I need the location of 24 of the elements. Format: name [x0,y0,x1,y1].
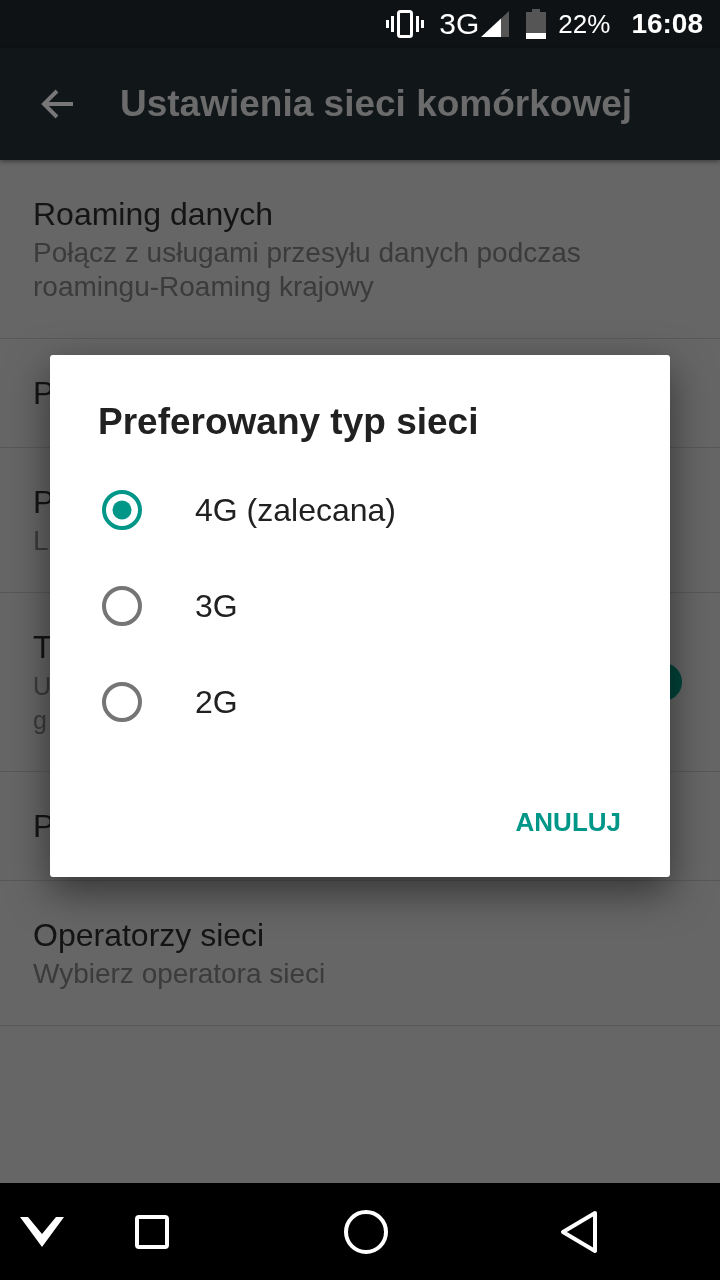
setting-title[interactable]: Operatorzy sieci [33,915,265,955]
network-type: 3G [439,7,480,41]
radio-option[interactable]: 2G [50,654,670,750]
back-arrow-icon[interactable] [40,88,74,120]
setting-title[interactable]: T [33,627,53,667]
radio-icon[interactable] [100,680,144,724]
radio-option[interactable]: 3G [50,558,670,654]
dialog-title: Preferowany typ sieci [98,400,479,444]
battery-icon [526,9,547,39]
radio-option[interactable]: 4G (zalecana) [50,462,670,558]
clock: 16:08 [631,8,703,40]
radio-icon[interactable] [100,584,144,628]
chevron-down-icon[interactable] [20,1216,64,1247]
signal-icon [481,11,510,37]
vibrate-icon [386,10,425,38]
radio-icon[interactable] [100,488,144,532]
back-icon[interactable] [560,1209,598,1254]
app-bar-title: Ustawienia sieci komórkowej [120,82,633,126]
home-icon[interactable] [344,1209,388,1254]
setting-title[interactable]: Roaming danych [33,194,274,234]
cancel-button[interactable]: ANULUJ [499,793,637,851]
battery-percent: 22% [558,8,611,40]
recent-apps-icon[interactable] [135,1214,169,1249]
toggle-switch[interactable] [670,663,682,701]
